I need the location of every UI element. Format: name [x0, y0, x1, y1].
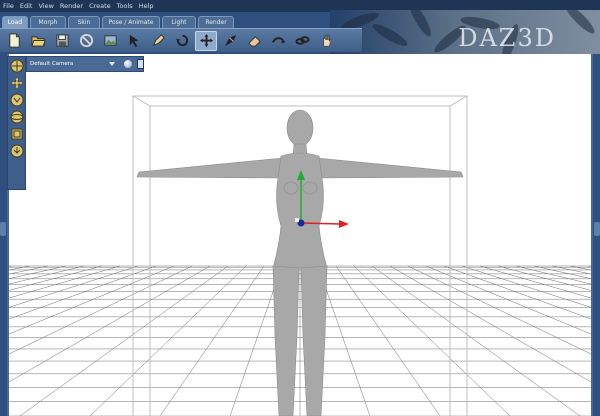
menu-file[interactable]: File	[3, 0, 14, 12]
select-arrow-icon[interactable]	[123, 31, 145, 51]
grid-line	[497, 265, 591, 291]
grid-line	[19, 265, 229, 416]
tab-render[interactable]: Render	[198, 16, 234, 28]
grid-line	[9, 265, 85, 285]
hand-icon[interactable]	[315, 31, 337, 51]
room-tabs: Load Morph Skin Pose / Animate Light Ren…	[0, 12, 600, 28]
tab-morph[interactable]: Morph	[30, 16, 66, 28]
brand-logo-text: DAZ3D	[458, 24, 556, 52]
menu-render[interactable]: Render	[60, 0, 83, 12]
grid-line	[9, 265, 193, 355]
orbit-icon[interactable]	[10, 110, 24, 124]
twist-icon[interactable]	[267, 31, 289, 51]
grid-line	[533, 265, 591, 279]
grid-line	[443, 265, 591, 320]
camera-controls	[7, 56, 26, 190]
main-toolbar	[0, 28, 362, 52]
menu-view[interactable]: View	[38, 0, 53, 12]
open-icon[interactable]	[27, 31, 49, 51]
grid-line	[515, 265, 591, 285]
menu-create[interactable]: Create	[89, 0, 111, 12]
grid-line	[569, 265, 591, 271]
left-panel-handle[interactable]	[0, 222, 6, 236]
grid-line	[9, 265, 139, 308]
pan-icon[interactable]	[10, 59, 24, 73]
camera-label: Default Camera	[30, 61, 74, 67]
tab-load[interactable]: Load	[2, 16, 28, 28]
menu-help[interactable]: Help	[139, 0, 154, 12]
render-style-icon[interactable]	[124, 60, 132, 68]
grid-line	[9, 265, 157, 320]
options-icon[interactable]	[137, 59, 144, 69]
menu-tools[interactable]: Tools	[117, 0, 133, 12]
grid-line	[9, 265, 13, 267]
new-icon[interactable]	[3, 31, 25, 51]
zoom-icon[interactable]	[10, 144, 24, 158]
grid-line	[9, 265, 67, 279]
grid-line	[425, 265, 591, 335]
grid-line	[89, 265, 247, 416]
camera-selector[interactable]: Default Camera	[26, 56, 144, 72]
save-icon[interactable]	[51, 31, 73, 51]
right-panel-handle[interactable]	[594, 222, 600, 236]
chain-link-icon[interactable]	[291, 31, 313, 51]
move-z-icon[interactable]	[10, 93, 24, 107]
grid-line	[461, 265, 591, 308]
frame-icon[interactable]	[10, 127, 24, 141]
grid-line	[407, 265, 591, 355]
rotate-icon[interactable]	[171, 31, 193, 51]
grid-line	[335, 265, 441, 416]
menu-edit[interactable]: Edit	[20, 0, 33, 12]
move-xy-icon[interactable]	[10, 76, 24, 90]
grid-line	[9, 265, 103, 291]
move-icon[interactable]	[195, 30, 217, 51]
grid-line	[9, 265, 175, 335]
grid-line	[389, 265, 591, 383]
grid-line	[371, 265, 581, 416]
tab-pose-animate[interactable]: Pose / Animate	[102, 16, 160, 28]
camera-arrow-icon[interactable]	[219, 31, 241, 51]
grid-line	[353, 265, 511, 416]
tab-skin[interactable]: Skin	[68, 16, 100, 28]
tab-light[interactable]: Light	[162, 16, 196, 28]
scene-icon[interactable]	[99, 31, 121, 51]
grid-line	[9, 265, 31, 271]
eraser-icon[interactable]	[243, 31, 265, 51]
grid-line	[159, 265, 265, 416]
ground-grid	[9, 265, 591, 416]
grid-line	[9, 265, 121, 299]
scene-canvas[interactable]	[9, 56, 591, 416]
chevron-down-icon[interactable]	[109, 60, 115, 68]
grid-line	[479, 265, 591, 299]
grid-line	[587, 265, 591, 267]
grid-line	[9, 265, 211, 383]
no-entry-icon[interactable]	[75, 31, 97, 51]
pen-tool-icon[interactable]	[147, 31, 169, 51]
